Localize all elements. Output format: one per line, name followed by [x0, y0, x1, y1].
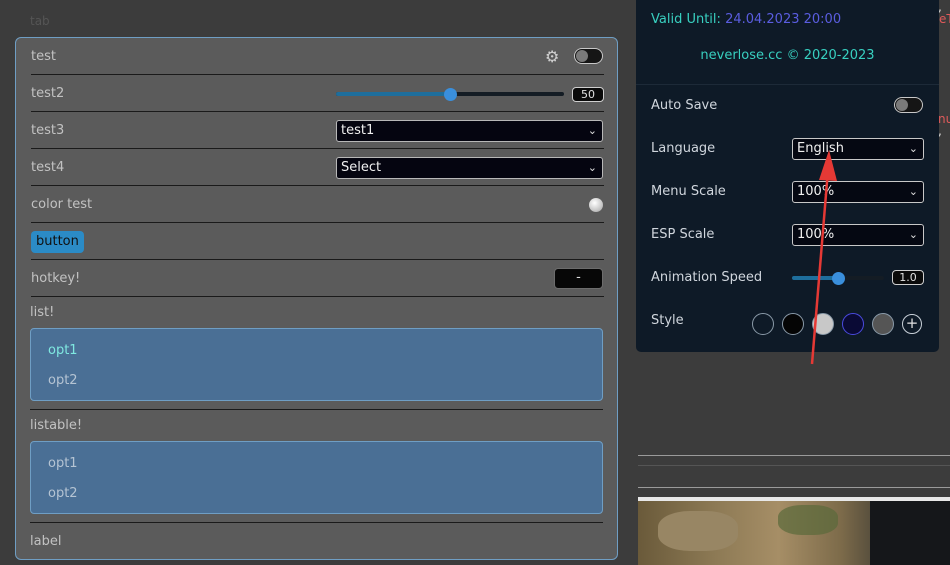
esp-scale-label: ESP Scale — [651, 227, 715, 242]
edge-fragment: , — [938, 124, 942, 138]
divider — [638, 487, 950, 488]
test2-slider-handle[interactable] — [444, 88, 457, 101]
test4-selected: Select — [341, 160, 382, 175]
auto-save-label: Auto Save — [651, 98, 718, 113]
row-color-test: color test — [31, 186, 604, 223]
chevron-down-icon: ⌄ — [908, 185, 918, 198]
divider — [638, 455, 950, 456]
animation-speed-value[interactable]: 1.0 — [892, 270, 924, 285]
list-box[interactable]: opt1 opt2 — [30, 328, 603, 401]
style-swatch[interactable] — [782, 313, 804, 335]
valid-until-label: Valid Until: — [651, 12, 721, 27]
label-text: label — [30, 534, 62, 549]
row-hotkey: hotkey! - — [31, 260, 604, 297]
chevron-down-icon: ⌄ — [587, 124, 597, 137]
language-label: Language — [651, 141, 716, 156]
row-button: button — [31, 223, 604, 260]
gear-icon[interactable]: ⚙ — [545, 49, 559, 65]
divider — [636, 84, 939, 85]
style-swatch[interactable] — [812, 313, 834, 335]
list-item[interactable]: opt1 — [48, 456, 78, 471]
row-test3: test3 test1 ⌄ — [31, 112, 604, 149]
test2-value[interactable]: 50 — [572, 87, 604, 102]
menu-scale-label: Menu Scale — [651, 184, 726, 199]
hotkey-label: hotkey! — [31, 271, 81, 286]
listable-box[interactable]: opt1 opt2 — [30, 441, 603, 514]
row-test2: test2 50 — [31, 75, 604, 112]
color-test-label: color test — [31, 197, 93, 212]
test3-label: test3 — [31, 123, 65, 138]
style-swatch[interactable] — [752, 313, 774, 335]
test3-select[interactable]: test1 ⌄ — [336, 120, 603, 142]
style-swatch[interactable] — [842, 313, 864, 335]
language-selected: English — [797, 141, 844, 156]
language-select[interactable]: English ⌄ — [792, 138, 924, 160]
row-test4: test4 Select ⌄ — [31, 149, 604, 186]
menu-scale-select[interactable]: 100% ⌄ — [792, 181, 924, 203]
background-tab-label: tab — [30, 14, 50, 28]
test2-label: test2 — [31, 86, 65, 101]
divider — [30, 522, 603, 523]
style-label: Style — [651, 313, 684, 328]
test-label: test — [31, 49, 56, 64]
listable-title: listable! — [30, 418, 83, 433]
edge-fragment-red: eT — [939, 12, 950, 26]
test4-select[interactable]: Select ⌄ — [336, 157, 603, 179]
chevron-down-icon: ⌄ — [587, 161, 597, 174]
style-swatch[interactable] — [872, 313, 894, 335]
test3-selected: test1 — [341, 123, 375, 138]
copyright: neverlose.cc © 2020-2023 — [700, 48, 875, 63]
chevron-down-icon: ⌄ — [908, 228, 918, 241]
hotkey-input[interactable]: - — [554, 268, 603, 289]
button[interactable]: button — [31, 231, 84, 253]
menu-scale-selected: 100% — [797, 184, 835, 199]
add-style-button[interactable]: + — [902, 314, 922, 334]
valid-until: Valid Until: 24.04.2023 20:00 — [651, 12, 841, 27]
list-title: list! — [30, 305, 55, 320]
auto-save-toggle[interactable] — [894, 97, 923, 113]
animation-speed-handle[interactable] — [832, 272, 845, 285]
row-test: test ⚙ — [31, 38, 604, 75]
list-item[interactable]: opt2 — [48, 486, 78, 501]
color-picker-swatch[interactable] — [589, 198, 603, 212]
esp-scale-selected: 100% — [797, 227, 835, 242]
divider — [638, 465, 950, 466]
list-item[interactable]: opt2 — [48, 373, 78, 388]
divider — [30, 409, 603, 410]
test-toggle[interactable] — [574, 48, 603, 64]
background-photo — [638, 497, 950, 565]
animation-speed-label: Animation Speed — [651, 270, 763, 285]
esp-scale-select[interactable]: 100% ⌄ — [792, 224, 924, 246]
test4-label: test4 — [31, 160, 65, 175]
list-item[interactable]: opt1 — [48, 343, 78, 358]
config-panel: Valid Until: 24.04.2023 20:00 neverlose.… — [636, 0, 939, 352]
valid-until-value: 24.04.2023 20:00 — [725, 12, 842, 27]
chevron-down-icon: ⌄ — [908, 142, 918, 155]
